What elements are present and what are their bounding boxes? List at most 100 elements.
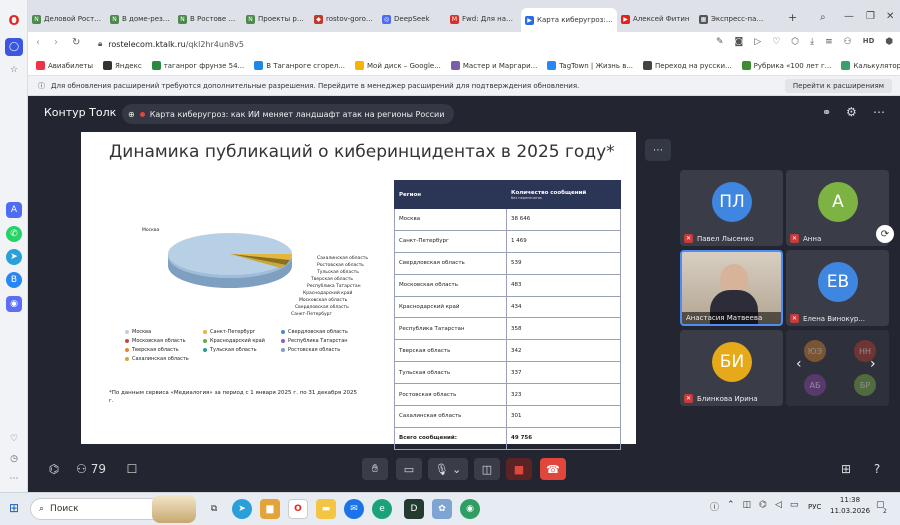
tab-0[interactable]: N Деловой Ростов (28, 8, 106, 30)
browser-taskbar-icon[interactable]: ✿ (432, 499, 452, 519)
tab-7[interactable]: ▶ Карта киберугроз: ка (521, 8, 617, 32)
explorer-taskbar-icon[interactable]: ▬ (316, 499, 336, 519)
aria-icon[interactable]: ◯ (5, 38, 23, 56)
tab-2[interactable]: NВ Ростове заработ (174, 8, 242, 30)
files-taskbar-icon[interactable]: ▆ (260, 499, 280, 519)
history-icon[interactable]: ◷ (6, 451, 22, 467)
aria-ai-icon[interactable]: A (6, 202, 22, 218)
whatsapp-icon[interactable]: ✆ (6, 226, 22, 242)
count-cell: 1 469 (506, 229, 621, 253)
bookmark-item[interactable]: Яндекс (103, 61, 142, 70)
tab-9[interactable]: ▦Экспресс-панель (695, 8, 770, 30)
task-view-icon[interactable]: ⧉ (204, 499, 224, 519)
meeting-title-chip[interactable]: ⊕ Карта киберугроз: как ИИ меняет ландша… (122, 104, 455, 124)
thunderbird-taskbar-icon[interactable]: ✉ (344, 499, 364, 519)
mini-avatars-tile[interactable]: ЮЭ НН АБ БР ‹ › (786, 330, 889, 406)
clock-time[interactable]: 11:38 (830, 495, 870, 506)
bookmark-item[interactable]: Переход на русски... (643, 61, 732, 70)
messenger-icon[interactable]: ◉ (6, 296, 22, 312)
participant-tile[interactable]: ЕВ ✕ Елена Винокур... (786, 250, 889, 326)
chevron-up-icon[interactable]: ⌃ (727, 500, 735, 513)
bookmark-item[interactable]: В Таганроге сгорел... (254, 61, 345, 70)
keyboard-lang[interactable]: РУС (808, 503, 821, 511)
camera-tray-icon[interactable]: ◫ (743, 500, 752, 513)
star-icon[interactable]: ☆ (6, 62, 22, 78)
battery-icon[interactable]: ▭ (790, 500, 799, 513)
back-icon[interactable]: ‹ (36, 37, 40, 48)
profile-icon[interactable]: ⚇ (844, 37, 852, 47)
network-icon[interactable]: ⌬ (759, 500, 767, 513)
bookmark-item[interactable]: Мастер и Маргари... (450, 61, 537, 70)
hd-badge[interactable]: HD (863, 37, 875, 47)
play-icon[interactable]: ▷ (754, 37, 761, 47)
telegram-taskbar-icon[interactable]: ➤ (232, 499, 252, 519)
record-button[interactable]: ■ (506, 458, 532, 480)
participant-tile[interactable]: Анастасия Матвеева (680, 250, 783, 326)
tab-8[interactable]: ▶ Алексей Фитин (617, 8, 695, 30)
next-page-icon[interactable]: › (870, 356, 876, 372)
bookmark-item[interactable]: таганрог фрунзе 54... (151, 61, 244, 70)
chat-icon[interactable]: ☐ (122, 459, 142, 479)
reload-icon[interactable]: ↻ (72, 37, 80, 48)
link-icon[interactable]: ⚭ (822, 106, 831, 119)
volume-icon[interactable]: ◁ (775, 500, 782, 513)
apps-icon[interactable]: ⌬ (44, 459, 64, 479)
bookmark-item[interactable]: Мой диск – Google... (355, 61, 441, 70)
tab-4[interactable]: ◆rostov-gorod.ru (310, 8, 378, 30)
layout-icon[interactable]: ⊞ (836, 459, 856, 479)
cube-icon[interactable]: ⬡ (791, 37, 799, 47)
tab-1[interactable]: NВ доме-резиденции (106, 8, 174, 30)
clock-date[interactable]: 11.03.2026 (830, 506, 870, 517)
windows-start-icon[interactable]: ⊞ (9, 501, 19, 515)
edge-taskbar-icon[interactable]: e (372, 499, 392, 519)
participant-tile[interactable]: ПЛ ✕ Павел Лысенко (680, 170, 783, 246)
opera-taskbar-icon[interactable]: O (288, 499, 308, 519)
notifications-icon[interactable]: ▢ 2 (876, 500, 892, 518)
minimize-icon[interactable]: — (844, 11, 854, 22)
help-icon[interactable]: ? (867, 459, 887, 479)
tab-6[interactable]: MFwd: Для написан (446, 8, 521, 30)
more-options-icon[interactable]: ⋯ (873, 105, 885, 119)
maximize-icon[interactable]: ❐ (866, 11, 875, 22)
bookmark-item[interactable]: TagTown | Жизнь в... (547, 61, 633, 70)
cube-icon[interactable]: ⬢ (885, 37, 893, 47)
more-icon[interactable]: ⋯ (6, 471, 22, 487)
download-icon[interactable]: ⤓ (810, 37, 814, 47)
camera-button[interactable]: ◫ (474, 458, 500, 480)
opera-logo-icon[interactable]: O (6, 13, 22, 29)
slide-menu-button[interactable]: ⋯ (645, 139, 671, 161)
prev-page-icon[interactable]: ‹ (796, 356, 802, 372)
url-field[interactable]: 🔒︎ rostelecom.ktalk.ru/qkl2hr4un8v5 (98, 35, 698, 53)
search-tabs-icon[interactable]: ⌕ (820, 12, 826, 23)
app-taskbar-icon[interactable]: D (404, 499, 424, 519)
menu-icon[interactable]: ≡ (825, 37, 833, 47)
close-window-icon[interactable]: ✕ (886, 11, 894, 22)
help-tray-icon[interactable]: ⓘ (710, 500, 719, 513)
chrome-taskbar-icon[interactable]: ◉ (460, 499, 480, 519)
bookmark-item[interactable]: Калькулятор расче... (841, 61, 900, 70)
tab-3[interactable]: NПроекты ростовс (242, 8, 310, 30)
mic-button[interactable]: 🎙︎ ⌄ (428, 458, 468, 480)
heart-icon[interactable]: ♡ (6, 431, 22, 447)
heart-icon[interactable]: ♡ (772, 37, 780, 47)
tab-5[interactable]: ◎ DeepSeek (378, 8, 446, 30)
new-tab-button[interactable]: + (788, 11, 797, 24)
minimize-panel-icon[interactable]: ⟳ (876, 225, 894, 243)
bookmark-item[interactable]: Рубрика «100 лет г... (741, 61, 831, 70)
screen-share-button[interactable]: ▭ (396, 458, 422, 480)
forward-icon[interactable]: › (54, 37, 58, 48)
edit-icon[interactable]: ✎ (716, 37, 724, 47)
total-label: Всего сообщений: (394, 426, 507, 450)
participant-tile[interactable]: БИ ✕ Блинкова Ирина (680, 330, 783, 406)
raise-hand-button[interactable]: ✋︎ (362, 458, 388, 480)
settings-icon[interactable]: ⚙ (846, 105, 857, 119)
go-to-extensions-button[interactable]: Перейти к расширениям (784, 79, 892, 93)
taskbar-search[interactable]: ⌕ Поиск (30, 498, 170, 520)
participant-tile[interactable]: А ✕ Анна (786, 170, 889, 246)
leave-call-button[interactable]: ☎ (540, 458, 566, 480)
vk-icon[interactable]: В (6, 272, 22, 288)
bookmark-item[interactable]: Авиабилеты (36, 61, 93, 70)
telegram-icon[interactable]: ➤ (6, 249, 22, 265)
participants-button[interactable]: ⚇ 79 (76, 459, 106, 479)
camera-icon[interactable]: ◙ (735, 37, 744, 47)
